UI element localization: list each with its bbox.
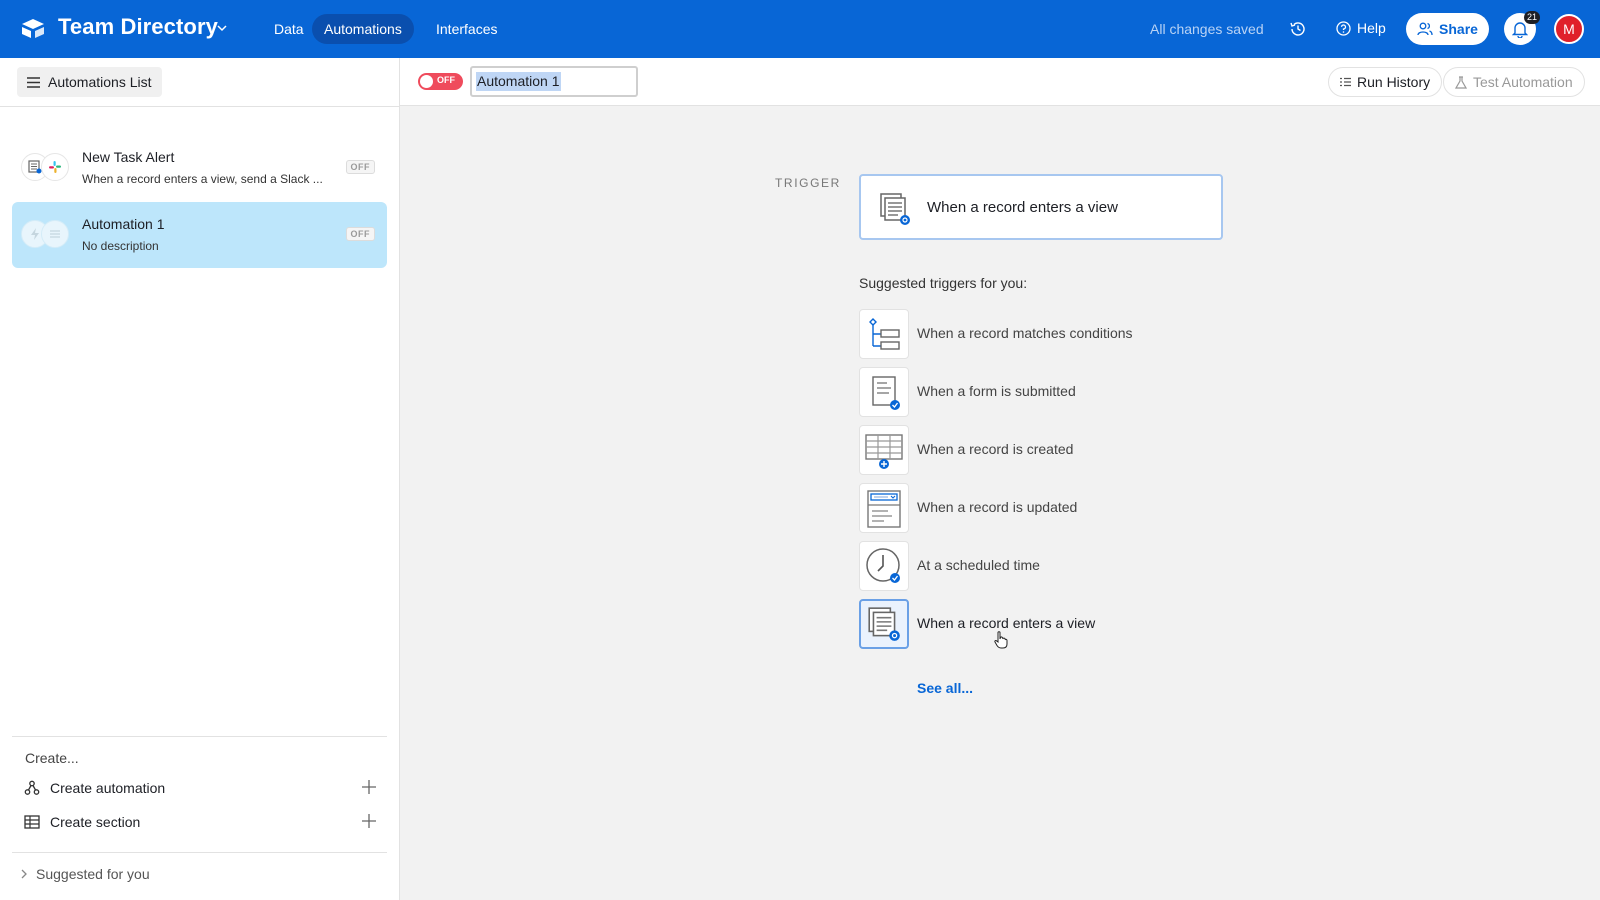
- suggested-trigger-label: When a record is updated: [917, 499, 1078, 515]
- suggested-triggers-title: Suggested triggers for you:: [859, 275, 1028, 291]
- test-automation-label: Test Automation: [1473, 74, 1573, 90]
- base-title[interactable]: Team Directory: [58, 14, 218, 40]
- test-automation-button[interactable]: Test Automation: [1443, 67, 1585, 97]
- automation-name: New Task Alert: [82, 149, 175, 165]
- tab-interfaces[interactable]: Interfaces: [424, 14, 509, 44]
- share-button[interactable]: Share: [1406, 13, 1489, 45]
- list-icon: [41, 220, 69, 248]
- suggested-trigger-item[interactable]: When a record is created: [859, 425, 1239, 475]
- help-icon: [1336, 20, 1351, 36]
- status-badge: OFF: [345, 227, 375, 241]
- automation-name: Automation 1: [82, 216, 165, 232]
- flask-icon: [1455, 75, 1467, 89]
- users-icon: [1417, 22, 1433, 36]
- automation-icons: [21, 153, 69, 183]
- menu-icon: [27, 76, 40, 88]
- suggested-for-you-toggle[interactable]: Suggested for you: [20, 866, 150, 882]
- notification-count-badge: 21: [1524, 11, 1541, 24]
- hand-cursor-icon: [994, 631, 1008, 649]
- status-badge: OFF: [345, 160, 375, 174]
- record-updated-icon: [859, 483, 909, 533]
- automation-toggle[interactable]: OFF: [418, 73, 463, 90]
- suggested-trigger-label: When a record is created: [917, 441, 1074, 457]
- history-icon[interactable]: [1289, 20, 1307, 38]
- see-all-link[interactable]: See all...: [917, 680, 973, 696]
- automation-item-new-task-alert[interactable]: New Task Alert When a record enters a vi…: [12, 135, 387, 201]
- trigger-label: TRIGGER: [775, 176, 841, 190]
- automation-item-automation-1[interactable]: Automation 1 No description OFF: [12, 202, 387, 268]
- automations-list-toggle[interactable]: Automations List: [17, 67, 162, 97]
- avatar[interactable]: M: [1554, 14, 1584, 44]
- view-icon: [880, 193, 910, 225]
- top-bar: Team Directory Data Automations Interfac…: [0, 0, 1600, 58]
- selected-trigger-label: When a record enters a view: [927, 199, 1118, 216]
- automation-icon: [24, 780, 40, 795]
- trigger-card[interactable]: When a record enters a view: [859, 174, 1223, 240]
- automation-description: No description: [82, 239, 159, 253]
- base-logo-icon[interactable]: [20, 17, 46, 39]
- automation-description: When a record enters a view, send a Slac…: [82, 172, 323, 186]
- help-label: Help: [1357, 20, 1386, 36]
- suggested-trigger-label: At a scheduled time: [917, 557, 1040, 573]
- suggested-trigger-item[interactable]: At a scheduled time: [859, 541, 1239, 591]
- tab-data[interactable]: Data: [262, 14, 316, 44]
- slack-icon: [41, 153, 69, 181]
- conditions-icon: [859, 309, 909, 359]
- bell-icon: [1512, 21, 1528, 38]
- toggle-label: OFF: [437, 75, 455, 85]
- suggested-trigger-label: When a form is submitted: [917, 383, 1076, 399]
- form-icon: [859, 367, 909, 417]
- suggested-for-you-label: Suggested for you: [36, 866, 150, 882]
- run-history-label: Run History: [1357, 74, 1431, 90]
- create-section-button[interactable]: Create section: [24, 810, 376, 834]
- create-section-label: Create section: [50, 814, 141, 830]
- divider: [0, 106, 400, 107]
- suggested-trigger-label: When a record matches conditions: [917, 325, 1133, 341]
- divider: [12, 736, 387, 737]
- list-icon: [1340, 77, 1351, 87]
- automations-sidebar: Automations List New Task Alert When a r…: [0, 58, 400, 900]
- save-status: All changes saved: [1150, 21, 1264, 37]
- plus-icon[interactable]: [362, 780, 376, 794]
- create-automation-button[interactable]: Create automation: [24, 776, 376, 800]
- suggested-trigger-label: When a record enters a view: [917, 615, 1096, 631]
- create-automation-label: Create automation: [50, 780, 166, 796]
- suggested-trigger-item[interactable]: When a record is updated: [859, 483, 1239, 533]
- automation-name-selection: Automation 1: [476, 72, 561, 91]
- suggested-trigger-item[interactable]: When a record matches conditions: [859, 309, 1239, 359]
- help-button[interactable]: Help: [1336, 20, 1386, 36]
- automation-toolbar: OFF Automation 1 Run History Test Automa…: [400, 58, 1600, 106]
- automation-icons: [21, 220, 69, 250]
- chevron-down-icon[interactable]: [216, 22, 228, 34]
- toggle-knob: [420, 75, 433, 88]
- record-created-icon: [859, 425, 909, 475]
- create-label: Create...: [25, 750, 79, 766]
- table-icon: [24, 815, 40, 829]
- share-label: Share: [1439, 21, 1478, 37]
- suggested-trigger-item[interactable]: When a form is submitted: [859, 367, 1239, 417]
- view-icon: [859, 599, 909, 649]
- tab-automations[interactable]: Automations: [312, 14, 414, 44]
- plus-icon[interactable]: [362, 814, 376, 828]
- clock-icon: [859, 541, 909, 591]
- chevron-right-icon: [21, 869, 27, 879]
- suggested-trigger-item-hovered[interactable]: When a record enters a view: [859, 599, 1239, 649]
- divider: [12, 852, 387, 853]
- run-history-button[interactable]: Run History: [1328, 67, 1443, 97]
- automations-list-label: Automations List: [48, 74, 152, 90]
